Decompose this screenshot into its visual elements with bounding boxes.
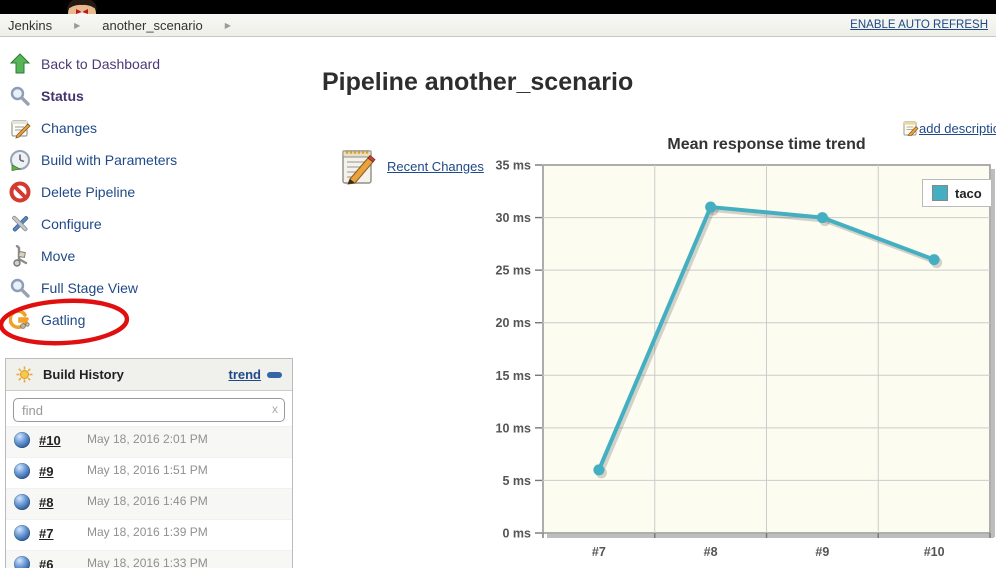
build-row: #8 May 18, 2016 1:46 PM (6, 488, 292, 519)
notepad-pencil-icon (338, 146, 378, 186)
build-row: #6 May 18, 2016 1:33 PM (6, 550, 292, 568)
gatling-icon (8, 308, 32, 332)
sidebar-item-gatling[interactable]: Gatling (8, 308, 177, 332)
search-icon (8, 84, 32, 108)
build-row: #9 May 18, 2016 1:51 PM (6, 457, 292, 488)
sidebar-item-delete-pipeline[interactable]: Delete Pipeline (8, 180, 177, 204)
breadcrumb-jenkins[interactable]: Jenkins (8, 18, 52, 33)
prohibition-icon (8, 180, 32, 204)
build-history-header: Build History trend (6, 359, 292, 391)
sidebar-item-back-to-dashboard[interactable]: Back to Dashboard (8, 52, 177, 76)
add-description-link[interactable]: add description (903, 120, 996, 136)
build-link[interactable]: #9 (39, 464, 75, 479)
build-history-panel: Build History trend x #10 May 18, 2016 2… (5, 358, 293, 568)
sidebar-item-status[interactable]: Status (8, 84, 177, 108)
sidebar-item-configure[interactable]: Configure (8, 212, 177, 236)
recent-changes-link[interactable]: Recent Changes (387, 159, 484, 174)
svg-text:#10: #10 (924, 545, 945, 559)
sidebar-item-move[interactable]: Move (8, 244, 177, 268)
build-link[interactable]: #10 (39, 433, 75, 448)
jenkins-page: Jenkins ▶ another_scenario ▶ ENABLE AUTO… (0, 0, 996, 568)
find-input[interactable] (13, 398, 285, 422)
svg-text:5 ms: 5 ms (503, 474, 532, 488)
build-date: May 18, 2016 1:39 PM (87, 525, 219, 540)
svg-text:20 ms: 20 ms (496, 316, 531, 330)
build-status-ball-icon[interactable] (14, 525, 30, 541)
breadcrumb-arrow-icon: ▶ (74, 21, 80, 30)
chart-title: Mean response time trend (543, 136, 990, 154)
build-link[interactable]: #7 (39, 526, 75, 541)
up-arrow-icon (8, 52, 32, 76)
build-status-ball-icon[interactable] (14, 432, 30, 448)
build-status-ball-icon[interactable] (14, 463, 30, 479)
build-date: May 18, 2016 1:33 PM (87, 556, 219, 568)
trend-chart: 0 ms 5 ms 10 ms 15 ms 20 ms 25 ms 30 ms 35 ms #7… (492, 160, 996, 565)
breadcrumb: Jenkins ▶ another_scenario ▶ ENABLE AUTO… (0, 14, 996, 37)
build-status-ball-icon[interactable] (14, 494, 30, 510)
sidebar-item-build-with-parameters[interactable]: Build with Parameters (8, 148, 177, 172)
tools-icon (8, 212, 32, 236)
svg-text:10 ms: 10 ms (496, 421, 531, 435)
edit-description-icon (903, 120, 919, 136)
svg-text:#7: #7 (592, 545, 606, 559)
sidebar-item-changes[interactable]: Changes (8, 116, 177, 140)
svg-text:#8: #8 (704, 545, 718, 559)
top-bar (0, 0, 996, 14)
sidebar-item-full-stage-view[interactable]: Full Stage View (8, 276, 177, 300)
build-clock-icon (8, 148, 32, 172)
svg-text:0 ms: 0 ms (503, 527, 532, 541)
trend-link[interactable]: trend (229, 367, 262, 382)
sidebar: Back to Dashboard Status Changes Build w… (8, 52, 177, 332)
chart-legend: taco (922, 179, 992, 207)
enable-auto-refresh-link[interactable]: ENABLE AUTO REFRESH (850, 19, 988, 31)
svg-text:30 ms: 30 ms (496, 211, 531, 225)
breadcrumb-arrow-icon: ▶ (225, 21, 231, 30)
search-icon (8, 276, 32, 300)
build-row: #7 May 18, 2016 1:39 PM (6, 519, 292, 550)
jenkins-butler-logo-icon[interactable] (52, 0, 112, 14)
hand-truck-icon (8, 244, 32, 268)
svg-text:#9: #9 (815, 545, 829, 559)
build-row: #10 May 18, 2016 2:01 PM (6, 426, 292, 457)
build-date: May 18, 2016 1:51 PM (87, 463, 219, 478)
build-date: May 18, 2016 1:46 PM (87, 494, 219, 509)
collapse-dash-icon[interactable] (267, 372, 282, 378)
svg-text:35 ms: 35 ms (496, 160, 531, 173)
svg-text:15 ms: 15 ms (496, 369, 531, 383)
build-link[interactable]: #6 (39, 557, 75, 568)
build-status-ball-icon[interactable] (14, 556, 30, 568)
build-link[interactable]: #8 (39, 495, 75, 510)
legend-series-label: taco (955, 186, 982, 201)
svg-text:25 ms: 25 ms (496, 264, 531, 278)
legend-swatch-icon (932, 185, 948, 201)
build-date: May 18, 2016 2:01 PM (87, 432, 219, 447)
breadcrumb-another-scenario[interactable]: another_scenario (102, 18, 202, 33)
recent-changes: Recent Changes (338, 146, 484, 186)
build-history-title: Build History (43, 367, 124, 382)
sun-icon (16, 366, 33, 383)
page-title: Pipeline another_scenario (322, 68, 633, 97)
find-clear-icon[interactable]: x (272, 402, 278, 416)
build-history-find: x (13, 398, 285, 422)
notepad-icon (8, 116, 32, 140)
